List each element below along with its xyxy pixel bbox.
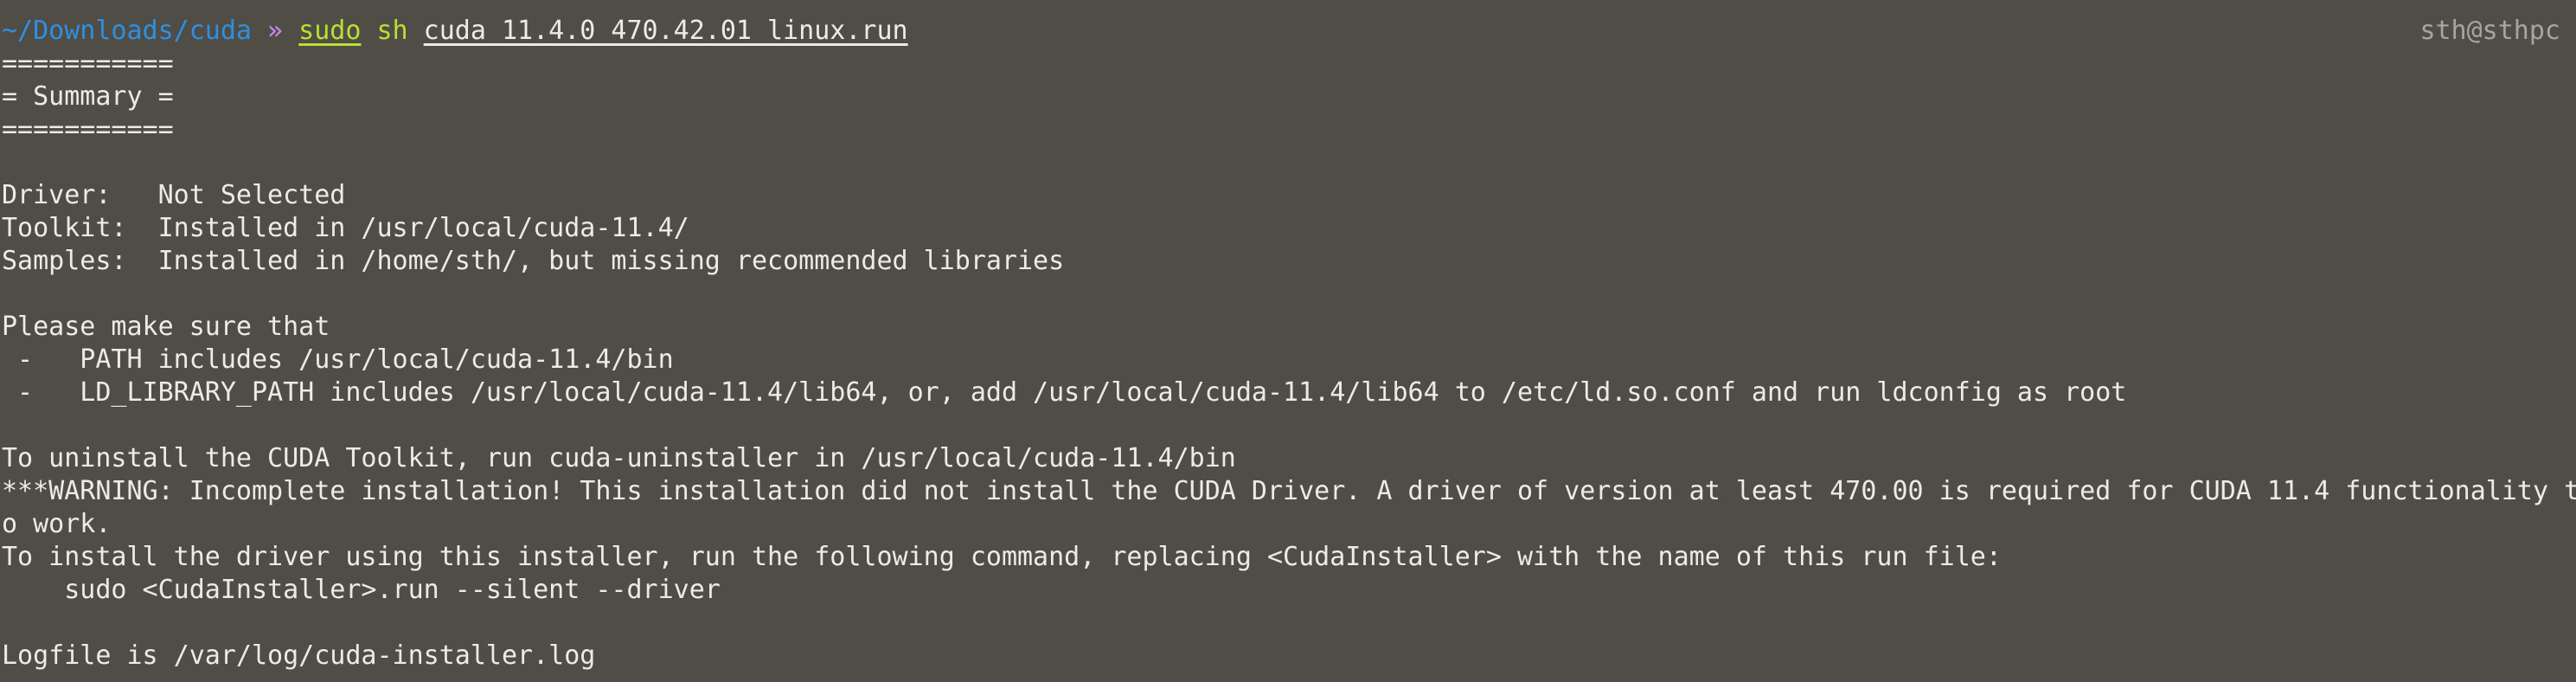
prompt-path: ~/Downloads/cuda xyxy=(2,16,252,46)
output-line: sudo <CudaInstaller>.run --silent --driv… xyxy=(2,575,721,605)
right-prompt-user-host: sth@sthpc xyxy=(2419,16,2560,46)
output-line: Logfile is /var/log/cuda-installer.log xyxy=(2,640,596,671)
output-line: Driver: Not Selected xyxy=(2,180,346,210)
output-line: To install the driver using this install… xyxy=(2,542,2002,572)
output-line: - PATH includes /usr/local/cuda-11.4/bin xyxy=(2,344,674,375)
output-line: Please make sure that xyxy=(2,312,330,342)
prompt-line: ~/Downloads/cuda » sudo sh cuda_11.4.0_4… xyxy=(2,15,2576,48)
command-name: sh xyxy=(376,16,408,46)
output-line: To uninstall the CUDA Toolkit, run cuda-… xyxy=(2,443,1236,473)
output-line: Samples: Installed in /home/sth/, but mi… xyxy=(2,246,1065,276)
output-line: ***WARNING: Incomplete installation! Thi… xyxy=(2,476,2576,506)
output-line: =========== xyxy=(2,114,174,145)
output-line: Toolkit: Installed in /usr/local/cuda-11… xyxy=(2,213,689,243)
output-line: - LD_LIBRARY_PATH includes /usr/local/cu… xyxy=(2,377,2127,408)
command-sudo: sudo xyxy=(298,16,362,46)
prompt-arrow: » xyxy=(267,16,284,46)
command-argument: cuda_11.4.0_470.42.01_linux.run xyxy=(423,16,908,46)
output-line: = Summary = xyxy=(2,81,174,112)
output-line: o work. xyxy=(2,509,112,539)
terminal-window[interactable]: ~/Downloads/cuda » sudo sh cuda_11.4.0_4… xyxy=(0,0,2576,682)
output-line: =========== xyxy=(2,48,174,79)
